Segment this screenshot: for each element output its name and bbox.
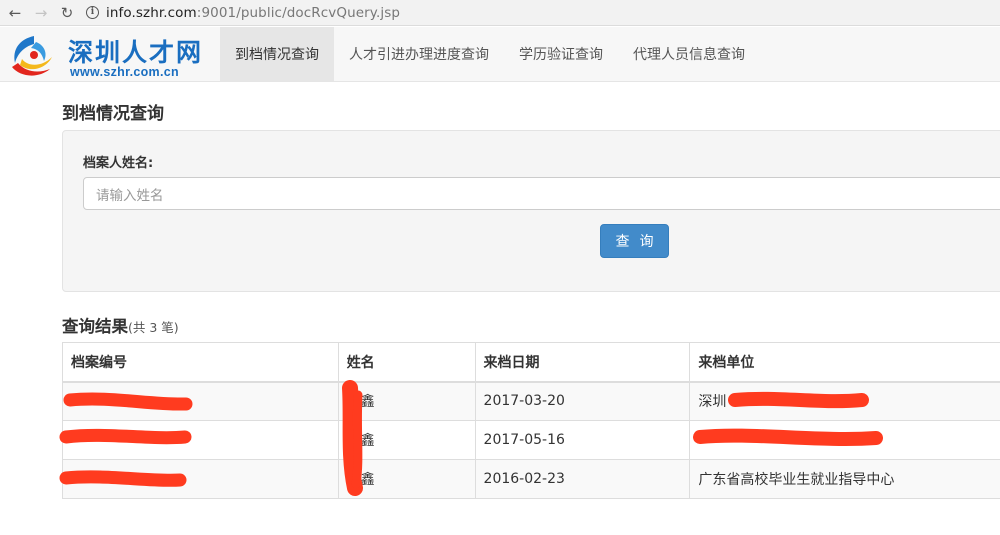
logo-title: 深圳人才网	[68, 38, 204, 67]
cell-unit: 广东省高校毕业生就业指导中心	[689, 459, 1000, 499]
cell-name: 培鑫	[337, 420, 476, 460]
results-count: (共 3 笔)	[128, 320, 179, 335]
logo-swirl-icon	[12, 36, 52, 76]
cell-archive-id	[62, 420, 339, 460]
cell-name: 培鑫	[337, 459, 476, 499]
results-heading: 查询结果(共 3 笔)	[62, 313, 179, 337]
main-nav: 到档情况查询 人才引进办理进度查询 学历验证查询 代理人员信息查询	[220, 27, 760, 81]
query-panel: 档案人姓名: 请输入姓名 查询	[62, 130, 1000, 292]
table-header-row: 档案编号 姓名 来档日期 来档单位	[62, 342, 1000, 383]
cell-unit: 深圳	[689, 381, 1000, 421]
cell-archive-id	[62, 381, 339, 421]
nav-item-agent-info[interactable]: 代理人员信息查询	[618, 27, 760, 81]
nav-item-talent-progress[interactable]: 人才引进办理进度查询	[334, 27, 504, 81]
table-row: 培鑫 2016-02-23 广东省高校毕业生就业指导中心	[62, 459, 1000, 499]
results-title: 查询结果	[62, 317, 128, 336]
column-header-archive-id: 档案编号	[62, 342, 339, 383]
table-row: 培鑫 2017-03-20 深圳	[62, 381, 1000, 421]
nav-item-archive-query[interactable]: 到档情况查询	[220, 27, 334, 81]
back-icon[interactable]: ←	[4, 2, 26, 24]
page-title: 到档情况查询	[62, 104, 164, 124]
cell-date: 2017-05-16	[474, 420, 691, 460]
column-header-name: 姓名	[337, 342, 476, 383]
nav-item-degree-verify[interactable]: 学历验证查询	[504, 27, 618, 81]
site-logo[interactable]: 深圳人才网 www.szhr.com.cn	[6, 31, 216, 79]
logo-url: www.szhr.com.cn	[70, 65, 179, 79]
forward-icon[interactable]: →	[30, 2, 52, 24]
reload-icon[interactable]: ↻	[56, 2, 78, 24]
url-path: :9001/public/docRcvQuery.jsp	[196, 4, 401, 21]
table-row: 培鑫 2017-05-16	[62, 420, 1000, 460]
column-header-date: 来档日期	[474, 342, 691, 383]
url-text[interactable]: info.szhr.com:9001/public/docRcvQuery.js…	[106, 5, 400, 21]
cell-archive-id	[62, 459, 339, 499]
column-header-unit: 来档单位	[689, 342, 1000, 383]
query-button[interactable]: 查询	[600, 224, 669, 258]
site-header: 深圳人才网 www.szhr.com.cn 到档情况查询 人才引进办理进度查询 …	[0, 27, 1000, 82]
browser-toolbar: ← → ↻ i info.szhr.com:9001/public/docRcv…	[0, 0, 1000, 26]
info-icon[interactable]: i	[86, 6, 99, 19]
cell-name: 培鑫	[337, 381, 476, 421]
name-input[interactable]: 请输入姓名	[83, 177, 1000, 210]
results-table: 档案编号 姓名 来档日期 来档单位 培鑫 2017-03-20 深圳 培鑫 20…	[62, 342, 1000, 499]
address-bar[interactable]: i info.szhr.com:9001/public/docRcvQuery.…	[86, 2, 400, 24]
url-host: info.szhr.com	[106, 4, 197, 21]
cell-date: 2016-02-23	[474, 459, 691, 499]
cell-date: 2017-03-20	[474, 381, 691, 421]
cell-unit	[689, 420, 1000, 460]
name-field-label: 档案人姓名:	[83, 156, 154, 171]
